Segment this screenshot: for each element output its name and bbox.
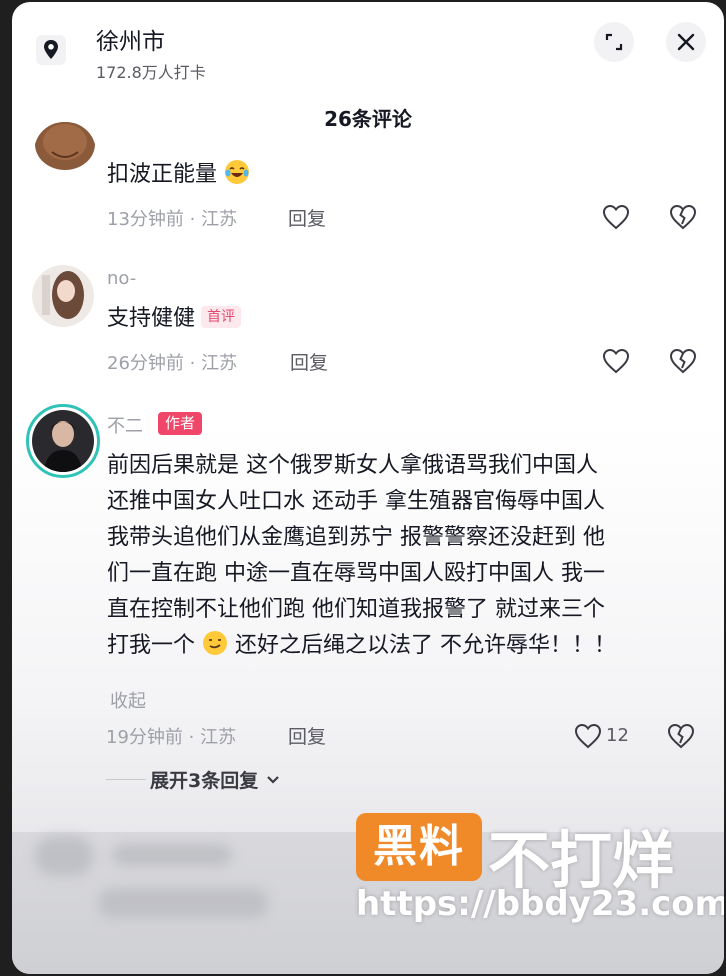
comment-count-title: 26条评论	[324, 107, 412, 131]
checkin-count: 172.8万人打卡	[96, 63, 206, 82]
comment-line: 打我一个 还好之后绳之以法了 不允许辱华！！！	[107, 628, 707, 664]
heart-icon[interactable]	[602, 348, 630, 374]
like-count: 12	[606, 725, 629, 746]
comment-meta: 26分钟前 · 江苏	[107, 353, 238, 374]
dislike-heart-icon[interactable]	[669, 204, 697, 230]
avatar-photo-icon	[32, 265, 94, 327]
heart-icon[interactable]	[602, 204, 630, 230]
avatar[interactable]	[32, 265, 94, 327]
comment-body: 支持健健	[107, 306, 196, 331]
avatar[interactable]	[26, 404, 100, 478]
comment-line: 我带头追他们从金鹰追到苏宁 报警警察还没赶到 他	[107, 525, 605, 550]
comment-segment: 打我一个	[107, 633, 196, 658]
blurred-text	[112, 844, 232, 866]
comment-segment: 还好之后绳之以法了 不允许辱华！！！	[235, 633, 617, 658]
first-comment-tag: 首评	[201, 306, 242, 328]
laughing-tears-emoji	[225, 160, 250, 184]
reply-button[interactable]: 回复	[288, 204, 326, 231]
chevron-down-icon	[267, 776, 280, 784]
location-title[interactable]: 徐州市	[96, 22, 165, 56]
comment-line: 直在控制不让他们跑 他们知道我报警了 就过来三个	[107, 597, 605, 622]
reply-button[interactable]: 回复	[290, 348, 328, 375]
blurred-avatar	[34, 836, 94, 876]
dislike-heart-icon[interactable]	[667, 723, 695, 749]
close-button[interactable]	[666, 22, 706, 62]
comment-line: 们一直在跑 中途一直在辱骂中国人殴打中国人 我一	[107, 561, 605, 586]
username[interactable]: no-	[107, 268, 136, 289]
comment-text: 前因后果就是 这个俄罗斯女人拿俄语骂我们中国人 还推中国女人吐口水 还动手 拿生…	[107, 448, 707, 664]
expand-replies-button[interactable]: 展开3条回复	[150, 766, 281, 793]
collapse-button[interactable]: 收起	[110, 687, 146, 713]
avatar-photo-icon	[32, 410, 94, 472]
divider	[106, 779, 146, 780]
map-pin-icon	[36, 35, 66, 65]
blurred-text	[98, 888, 268, 918]
avatar[interactable]	[34, 122, 96, 182]
comment-line: 还推中国女人吐口水 还动手 拿生殖器官侮辱中国人	[107, 489, 605, 514]
expand-replies-label: 展开3条回复	[150, 770, 259, 792]
comment-meta: 13分钟前 · 江苏	[107, 209, 238, 230]
comment-meta: 19分钟前 · 江苏	[106, 727, 237, 748]
header: 徐州市 172.8万人打卡 26条评论	[12, 2, 724, 152]
username[interactable]: 不二	[107, 412, 143, 438]
heart-icon[interactable]	[574, 723, 602, 749]
collapse-button[interactable]	[594, 22, 634, 62]
comments-panel: 徐州市 172.8万人打卡 26条评论 扣波正能量 13分钟前 · 江苏 回复 …	[12, 2, 724, 974]
reply-button[interactable]: 回复	[288, 722, 326, 749]
watermark-logo: 黑料	[356, 813, 482, 881]
comment-line: 前因后果就是 这个俄罗斯女人拿俄语骂我们中国人	[107, 453, 598, 478]
comment-text: 扣波正能量	[107, 157, 250, 193]
comment-body: 扣波正能量	[107, 162, 218, 187]
watermark-url: https://bbdy23.com	[356, 884, 724, 924]
comment-text: 支持健健 首评	[107, 301, 242, 337]
close-icon	[677, 33, 695, 51]
smirk-emoji	[203, 631, 228, 655]
author-tag: 作者	[158, 412, 203, 435]
collapse-corner-icon	[605, 33, 623, 51]
dislike-heart-icon[interactable]	[669, 348, 697, 374]
avatar-cartoon-icon	[34, 122, 96, 182]
